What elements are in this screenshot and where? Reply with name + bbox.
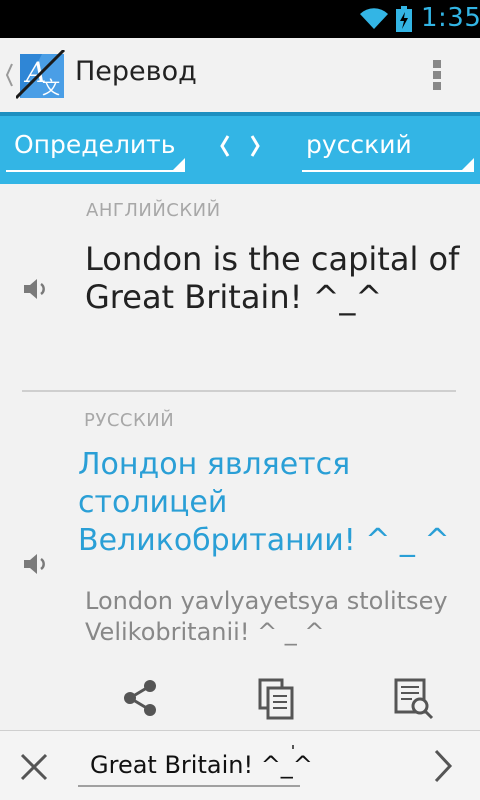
target-language-caption: РУССКИЙ bbox=[84, 410, 175, 431]
text-cursor bbox=[292, 745, 294, 749]
up-chevron-icon[interactable] bbox=[4, 60, 14, 90]
speaker-icon[interactable] bbox=[22, 275, 50, 303]
wifi-icon bbox=[360, 8, 388, 29]
input-bar: Great Britain! ^_^ bbox=[0, 730, 480, 800]
target-language-label: русский bbox=[306, 130, 412, 159]
status-time: 1:35 bbox=[421, 3, 480, 33]
action-bar: A 文 Перевод bbox=[0, 38, 480, 112]
speaker-icon[interactable] bbox=[22, 550, 50, 578]
swap-languages-icon[interactable] bbox=[214, 132, 266, 160]
section-divider bbox=[22, 390, 456, 392]
source-language-spinner[interactable]: Определить bbox=[0, 116, 185, 176]
battery-charging-icon bbox=[396, 6, 412, 32]
translate-app-icon[interactable]: A 文 bbox=[16, 50, 68, 102]
share-icon[interactable] bbox=[118, 676, 162, 720]
text-input[interactable]: Great Britain! ^_^ bbox=[78, 741, 313, 787]
translation-text[interactable]: Лондон является столицей Великобритании!… bbox=[78, 446, 473, 560]
close-icon[interactable] bbox=[16, 749, 52, 785]
dictionary-search-icon[interactable] bbox=[392, 676, 436, 720]
target-language-spinner[interactable]: русский bbox=[296, 116, 474, 176]
source-language-caption: АНГЛИЙСКИЙ bbox=[86, 200, 221, 221]
source-text[interactable]: London is the capital of Great Britain! … bbox=[85, 240, 460, 316]
chevron-right-icon[interactable] bbox=[430, 747, 456, 785]
transliteration-text: London yavlyayetsya stolitsey Velikobrit… bbox=[85, 587, 448, 646]
spinner-corner-icon bbox=[460, 158, 474, 172]
text-input-value: Great Britain! ^_^ bbox=[90, 751, 313, 779]
copy-icon[interactable] bbox=[254, 676, 298, 720]
overflow-menu-icon[interactable] bbox=[430, 58, 444, 94]
svg-text:文: 文 bbox=[42, 78, 60, 99]
spinner-corner-icon bbox=[171, 158, 185, 172]
language-bar: Определить русский bbox=[0, 112, 480, 184]
page-title: Перевод bbox=[75, 56, 197, 87]
source-language-label: Определить bbox=[14, 130, 176, 159]
status-bar: 1:35 bbox=[0, 0, 480, 38]
